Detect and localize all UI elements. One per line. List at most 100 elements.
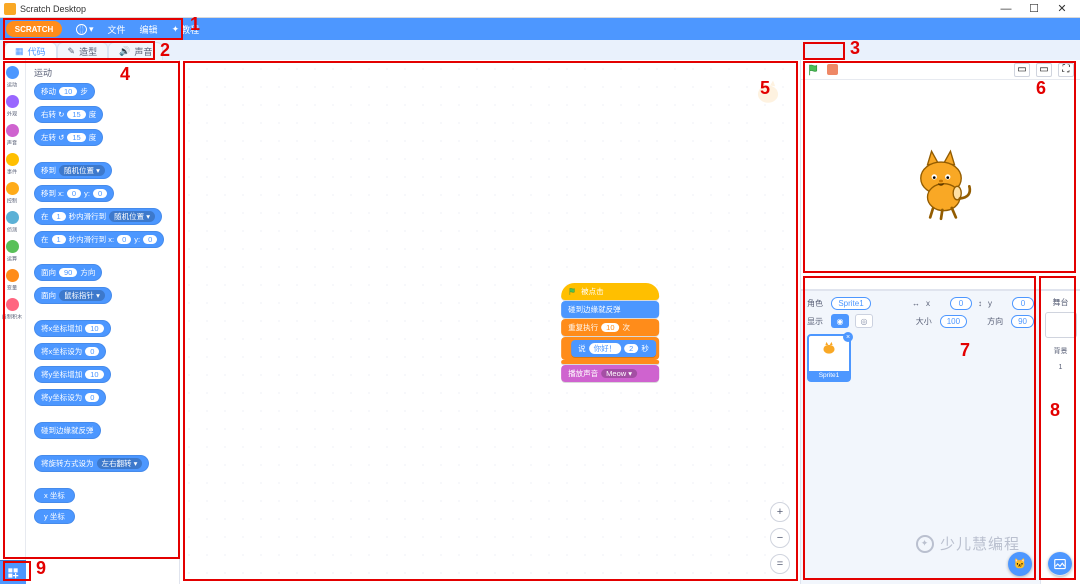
category-label: 声音 — [7, 139, 17, 147]
size-label: 大小 — [916, 316, 934, 327]
block-repeat-body[interactable]: 说你好！2秒 — [561, 337, 659, 360]
app-icon — [4, 3, 16, 15]
x-arrow-icon: ↔ — [912, 299, 920, 308]
block-set-x[interactable]: 将x坐标设为0 — [34, 343, 106, 360]
block-point-towards[interactable]: 面向鼠标指针 ▾ — [34, 287, 112, 304]
block-turn-left[interactable]: 左转 ↺15度 — [34, 129, 103, 146]
category-dot-icon — [6, 95, 19, 108]
tab-sounds[interactable]: 🔊 声音 — [108, 42, 163, 60]
tabbar: ▦ 代码 ✎ 造型 🔊 声音 — [0, 40, 1080, 60]
block-bounce-ws[interactable]: 碰到边缘就反弹 — [561, 301, 659, 318]
hide-button[interactable]: ◎ — [855, 314, 873, 328]
category-变量[interactable]: 变量 — [6, 269, 19, 292]
tab-costumes[interactable]: ✎ 造型 — [57, 42, 109, 60]
category-label: 变量 — [7, 284, 17, 292]
zoom-in-button[interactable]: + — [770, 502, 790, 522]
palette-heading: 运动 — [34, 66, 173, 79]
script-stack[interactable]: 被点击 碰到边缘就反弹 重复执行10次 说你好！2秒 播放声音Meow ▾ — [561, 283, 659, 383]
block-repeat-foot[interactable] — [561, 360, 659, 364]
stage-view[interactable] — [801, 80, 1080, 290]
sprite-name-label: 角色 — [807, 298, 825, 309]
green-flag-button[interactable] — [807, 63, 821, 77]
tutorials-label: 教程 — [181, 23, 199, 36]
block-say[interactable]: 说你好！2秒 — [571, 340, 656, 357]
scratch-cat-sprite[interactable] — [900, 144, 981, 225]
category-dot-icon — [6, 124, 19, 137]
block-point-dir[interactable]: 面向90方向 — [34, 264, 102, 281]
tutorials-menu[interactable]: ✦ 教程 — [172, 23, 200, 36]
block-change-y[interactable]: 将y坐标增加10 — [34, 366, 111, 383]
category-事件[interactable]: 事件 — [6, 153, 19, 176]
y-arrow-icon: ↕ — [978, 299, 982, 308]
zoom-out-button[interactable]: − — [770, 528, 790, 548]
show-button[interactable]: ◉ — [831, 314, 849, 328]
category-dot-icon — [6, 240, 19, 253]
globe-icon — [76, 24, 87, 35]
right-column: ▭ ▭ ⛶ 角色 Sprite1 — [800, 60, 1080, 584]
sprite-thumbnail[interactable]: × Sprite1 — [807, 334, 851, 382]
block-y-reporter[interactable]: y 坐标 — [34, 509, 75, 524]
stop-button[interactable] — [827, 64, 838, 75]
block-repeat[interactable]: 重复执行10次 — [561, 319, 659, 336]
x-input[interactable]: 0 — [950, 297, 972, 310]
blocks-panel: 运动外观声音事件控制侦测运算变量自制积木 运动 移动10步 右转 ↻15度 左转… — [0, 60, 180, 584]
stage-thumbnail[interactable] — [1045, 312, 1077, 338]
category-运动[interactable]: 运动 — [6, 66, 19, 89]
block-x-reporter[interactable]: x 坐标 — [34, 488, 75, 503]
stage-controls: ▭ ▭ ⛶ — [801, 60, 1080, 80]
block-turn-right[interactable]: 右转 ↻15度 — [34, 106, 103, 123]
costumes-icon: ✎ — [68, 46, 76, 57]
block-goto-xy[interactable]: 移到 x:0y:0 — [34, 185, 114, 202]
block-change-x[interactable]: 将x坐标增加10 — [34, 320, 111, 337]
block-play-sound[interactable]: 播放声音Meow ▾ — [561, 365, 659, 382]
category-控制[interactable]: 控制 — [6, 182, 19, 205]
bulb-icon: ✦ — [172, 24, 180, 35]
add-extension-button[interactable] — [0, 560, 26, 584]
watermark: ✦ 少儿慧编程 — [916, 533, 1020, 554]
tab-code[interactable]: ▦ 代码 — [4, 42, 57, 60]
window-close-button[interactable]: ✕ — [1048, 2, 1076, 15]
block-bounce[interactable]: 碰到边缘就反弹 — [34, 422, 101, 439]
add-sprite-button[interactable]: 🐱 — [1008, 552, 1032, 576]
y-input[interactable]: 0 — [1012, 297, 1034, 310]
category-运算[interactable]: 运算 — [6, 240, 19, 263]
small-stage-button[interactable]: ▭ — [1014, 63, 1030, 77]
script-workspace[interactable]: 被点击 碰到边缘就反弹 重复执行10次 说你好！2秒 播放声音Meow ▾ + … — [180, 60, 800, 584]
category-label: 控制 — [7, 197, 17, 205]
window-maximize-button[interactable]: ☐ — [1020, 2, 1048, 15]
zoom-controls: + − = — [770, 502, 790, 574]
category-dot-icon — [6, 66, 19, 79]
edit-menu[interactable]: 编辑 — [140, 23, 158, 36]
category-声音[interactable]: 声音 — [6, 124, 19, 147]
sprite-watermark-icon — [750, 74, 786, 110]
add-backdrop-button[interactable] — [1048, 552, 1072, 576]
window-minimize-button[interactable]: — — [992, 3, 1020, 15]
block-glide-to-xy[interactable]: 在1秒内滑行到 x:0y:0 — [34, 231, 164, 248]
file-menu[interactable]: 文件 — [108, 23, 126, 36]
direction-input[interactable]: 90 — [1011, 315, 1034, 328]
size-input[interactable]: 100 — [940, 315, 967, 328]
category-侦测[interactable]: 侦测 — [6, 211, 19, 234]
category-外观[interactable]: 外观 — [6, 95, 19, 118]
block-set-y[interactable]: 将y坐标设为0 — [34, 389, 106, 406]
large-stage-button[interactable]: ▭ — [1036, 63, 1052, 77]
language-menu[interactable]: ▾ — [76, 24, 94, 35]
block-when-flag-clicked[interactable]: 被点击 — [561, 283, 659, 300]
sprite-name-input[interactable]: Sprite1 — [831, 297, 871, 310]
image-icon — [1054, 558, 1066, 570]
category-dot-icon — [6, 153, 19, 166]
cat-face-icon: 🐱 — [1014, 559, 1026, 570]
sprite-delete-button[interactable]: × — [843, 332, 853, 342]
category-dot-icon — [6, 211, 19, 224]
category-自制积木[interactable]: 自制积木 — [0, 298, 24, 321]
scratch-logo[interactable]: SCRATCH — [6, 21, 62, 37]
main-area: 运动外观声音事件控制侦测运算变量自制积木 运动 移动10步 右转 ↻15度 左转… — [0, 60, 1080, 584]
block-move-steps[interactable]: 移动10步 — [34, 83, 95, 100]
block-rot-style[interactable]: 将旋转方式设为左右翻转 ▾ — [34, 455, 149, 472]
block-goto[interactable]: 移到随机位置 ▾ — [34, 162, 112, 179]
category-label: 事件 — [7, 168, 17, 176]
fullscreen-button[interactable]: ⛶ — [1058, 63, 1074, 77]
zoom-reset-button[interactable]: = — [770, 554, 790, 574]
category-dot-icon — [6, 269, 19, 282]
block-glide-to[interactable]: 在1秒内滑行到随机位置 ▾ — [34, 208, 162, 225]
